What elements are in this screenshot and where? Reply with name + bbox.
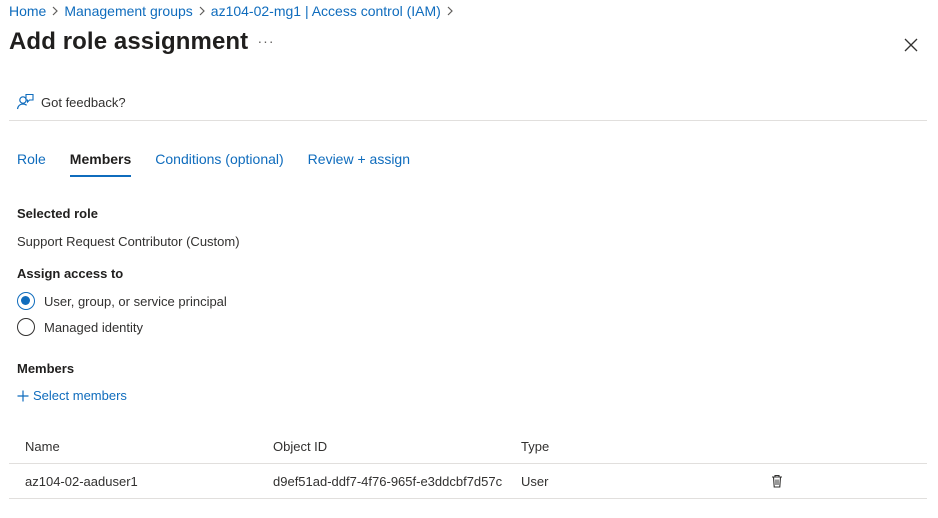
breadcrumb: Home Management groups az104-02-mg1 | Ac…: [9, 2, 459, 20]
chevron-right-icon: [46, 2, 64, 20]
tab-conditions[interactable]: Conditions (optional): [155, 151, 283, 177]
select-members-label: Select members: [33, 388, 127, 403]
member-type: User: [521, 473, 549, 489]
column-header-name: Name: [25, 439, 60, 454]
selected-role-value: Support Request Contributor (Custom): [17, 234, 240, 249]
selected-role-heading: Selected role: [17, 206, 98, 221]
tab-review-assign[interactable]: Review + assign: [308, 151, 410, 177]
page-title: Add role assignment: [9, 28, 249, 55]
member-name: az104-02-aaduser1: [25, 473, 138, 489]
feedback-button[interactable]: Got feedback?: [15, 92, 126, 112]
breadcrumb-management-groups[interactable]: Management groups: [64, 3, 192, 19]
breadcrumb-home[interactable]: Home: [9, 3, 46, 19]
feedback-label: Got feedback?: [41, 94, 126, 110]
radio-button[interactable]: [17, 318, 35, 336]
divider: [9, 120, 927, 121]
feedback-person-icon: [16, 93, 34, 110]
chevron-right-icon: [193, 2, 211, 20]
members-heading: Members: [17, 361, 75, 376]
radio-button-checked[interactable]: [17, 292, 35, 310]
tab-bar: Role Members Conditions (optional) Revie…: [17, 151, 434, 177]
column-header-type: Type: [521, 439, 550, 454]
more-options-button[interactable]: ···: [256, 34, 276, 52]
select-members-button[interactable]: Select members: [17, 388, 127, 403]
radio-managed-identity[interactable]: Managed identity: [17, 318, 143, 336]
radio-user-group-sp[interactable]: User, group, or service principal: [17, 292, 227, 310]
member-object-id: d9ef51ad-ddf7-4f76-965f-e3ddcbf7d57c: [273, 473, 503, 489]
close-icon[interactable]: [900, 34, 922, 56]
chevron-right-icon: [441, 2, 459, 20]
table-row: az104-02-aaduser1 d9ef51ad-ddf7-4f76-965…: [9, 464, 927, 499]
tab-members[interactable]: Members: [69, 151, 132, 177]
radio-label: User, group, or service principal: [44, 293, 227, 309]
breadcrumb-iam[interactable]: az104-02-mg1 | Access control (IAM): [211, 3, 441, 19]
plus-icon: [17, 390, 29, 401]
tab-role[interactable]: Role: [17, 151, 46, 177]
trash-icon[interactable]: [769, 473, 785, 489]
column-header-object-id: Object ID: [273, 439, 328, 454]
assign-access-heading: Assign access to: [17, 266, 124, 281]
table-header: Name Object ID Type: [9, 430, 927, 464]
members-table: Name Object ID Type az104-02-aaduser1 d9…: [9, 430, 927, 499]
radio-label: Managed identity: [44, 319, 144, 335]
